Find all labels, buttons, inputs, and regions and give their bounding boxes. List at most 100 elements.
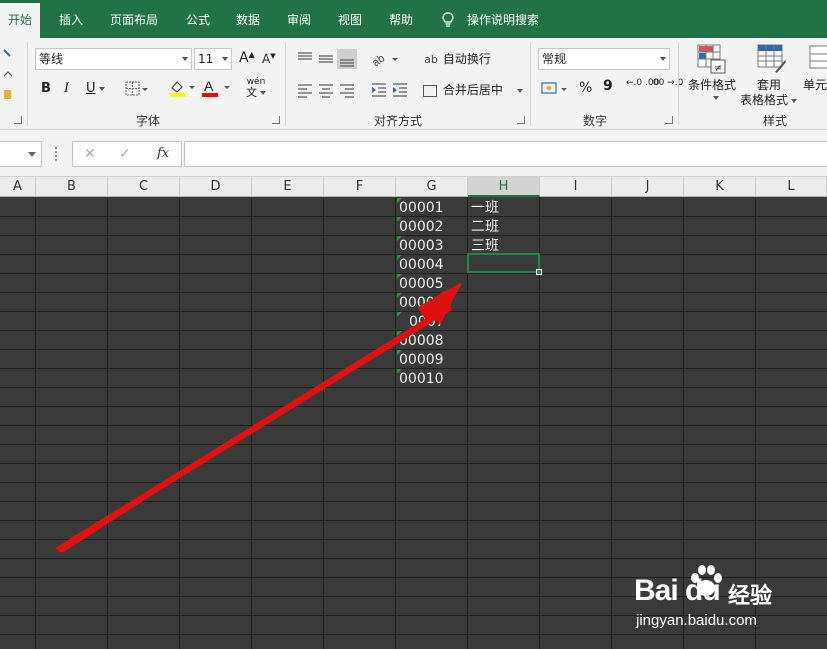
column-header-c[interactable]: C: [108, 177, 180, 197]
increase-font-button[interactable]: A▲: [239, 50, 255, 66]
cell-g10[interactable]: 00010: [396, 369, 444, 388]
cell-styles-icon[interactable]: [808, 44, 827, 74]
cell-g9[interactable]: 00009: [396, 350, 444, 369]
wrap-text-icon: ab: [424, 53, 438, 66]
decrease-font-button[interactable]: A▼: [262, 52, 276, 66]
fill-color-icon[interactable]: [168, 78, 196, 98]
column-header-a[interactable]: A: [0, 177, 36, 197]
tab-page-layout[interactable]: 页面布局: [110, 0, 158, 38]
column-header-h[interactable]: H: [468, 177, 540, 197]
tab-formulas[interactable]: 公式: [186, 0, 210, 38]
number-format-select[interactable]: 常规: [538, 48, 670, 70]
horizontal-align-icons[interactable]: [296, 83, 358, 99]
underline-button[interactable]: U: [86, 81, 105, 96]
group-label-font: 字体: [136, 114, 161, 128]
table-format-button[interactable]: 表格格式: [740, 91, 798, 108]
insert-function-icon[interactable]: fx: [157, 146, 169, 161]
enter-icon[interactable]: ✓: [119, 146, 131, 162]
phonetic-button[interactable]: wén 文: [246, 78, 266, 99]
table-format-label-2: 表格格式: [740, 93, 789, 107]
cell-g7[interactable]: 0007: [406, 312, 445, 331]
accounting-format-icon[interactable]: [541, 81, 571, 97]
increase-decimal-button[interactable]: ←.0 .00: [626, 79, 659, 88]
svg-text:A: A: [204, 78, 214, 94]
orientation-icon[interactable]: ab: [370, 50, 400, 68]
merge-center-button[interactable]: 合并后居中: [423, 81, 523, 98]
clipboard-launcher-icon[interactable]: [14, 116, 22, 124]
fill-handle[interactable]: [536, 269, 542, 275]
text-number-indicator: [397, 350, 402, 355]
number-launcher-icon[interactable]: [665, 116, 673, 124]
formula-bar-grip[interactable]: [55, 147, 57, 161]
cell-g2[interactable]: 00002: [396, 217, 444, 236]
conditional-format-dropdown[interactable]: [710, 90, 719, 104]
tab-insert[interactable]: 插入: [59, 0, 83, 38]
font-launcher-icon[interactable]: [272, 116, 280, 124]
lightbulb-icon[interactable]: [441, 12, 455, 28]
separator: [530, 42, 531, 126]
grid-row-line: [0, 406, 827, 407]
conditional-format-icon[interactable]: ≠: [697, 44, 727, 74]
cell-g1[interactable]: 00001: [396, 198, 444, 217]
tab-view[interactable]: 视图: [338, 0, 362, 38]
cell-styles-button[interactable]: 单元: [803, 76, 827, 93]
decrease-decimal-button[interactable]: .00 →.0: [650, 79, 683, 88]
indent-icons[interactable]: [370, 82, 410, 98]
tab-home[interactable]: 开始: [0, 0, 41, 38]
column-header-g[interactable]: G: [396, 177, 468, 197]
chevron-down-icon: [516, 88, 523, 93]
comma-button[interactable]: 9: [603, 78, 613, 94]
column-header-d[interactable]: D: [180, 177, 252, 197]
cell-h1[interactable]: 一班: [468, 198, 499, 217]
font-color-icon[interactable]: A: [201, 78, 233, 98]
column-header-i[interactable]: I: [540, 177, 612, 197]
cell-g8[interactable]: 00008: [396, 331, 444, 350]
cell-g4[interactable]: 00004: [396, 255, 444, 274]
borders-icon[interactable]: [125, 81, 149, 97]
column-header-e[interactable]: E: [252, 177, 324, 197]
text-number-indicator: [397, 293, 402, 298]
cell-h2[interactable]: 二班: [468, 217, 499, 236]
vertical-align-icons[interactable]: [296, 49, 358, 69]
tab-data[interactable]: 数据: [236, 0, 260, 38]
percent-button[interactable]: %: [579, 80, 592, 96]
bold-button[interactable]: B: [41, 81, 51, 96]
tab-review[interactable]: 审阅: [287, 0, 311, 38]
tell-me-search[interactable]: 操作说明搜索: [467, 0, 539, 38]
font-name-select[interactable]: 等线: [35, 48, 192, 70]
cell-g3[interactable]: 00003: [396, 236, 444, 255]
clipboard-fragment-icon[interactable]: [2, 46, 16, 106]
formula-input[interactable]: [184, 141, 827, 167]
font-size-value: 11: [198, 52, 214, 66]
text-number-indicator: [397, 236, 402, 241]
active-cell-h4[interactable]: [467, 253, 540, 273]
font-size-select[interactable]: 11: [194, 48, 232, 70]
cell-g5[interactable]: 00005: [396, 274, 444, 293]
grid-row-line: [0, 425, 827, 426]
column-header-l[interactable]: L: [756, 177, 827, 197]
watermark-brand: Bai du: [634, 574, 721, 607]
grid-row-line: [0, 463, 827, 464]
italic-button[interactable]: I: [64, 81, 69, 96]
text-number-indicator: [397, 369, 402, 374]
group-label-styles: 样式: [763, 114, 788, 128]
grid-column-line: [107, 197, 108, 649]
column-header-b[interactable]: B: [36, 177, 108, 197]
column-header-f[interactable]: F: [324, 177, 396, 197]
wrap-text-button[interactable]: ab 自动换行: [423, 50, 491, 67]
chevron-down-icon: [660, 57, 666, 61]
grid-column-line: [35, 197, 36, 649]
name-box[interactable]: [0, 141, 42, 167]
grid-row-line: [0, 444, 827, 445]
grid-column-line: [251, 197, 252, 649]
alignment-launcher-icon[interactable]: [517, 116, 525, 124]
group-label-alignment: 对齐方式: [374, 114, 423, 128]
column-header-k[interactable]: K: [684, 177, 756, 197]
column-header-j[interactable]: J: [612, 177, 684, 197]
cancel-icon[interactable]: ✕: [84, 146, 96, 162]
separator: [285, 42, 286, 126]
tab-help[interactable]: 帮助: [389, 0, 413, 38]
svg-text:≠: ≠: [714, 63, 722, 74]
ribbon: 等线 11 A▲ A▼ B I U A wén 文 字体 ab ab 自动换行 …: [0, 38, 827, 130]
table-format-icon[interactable]: [757, 44, 787, 74]
